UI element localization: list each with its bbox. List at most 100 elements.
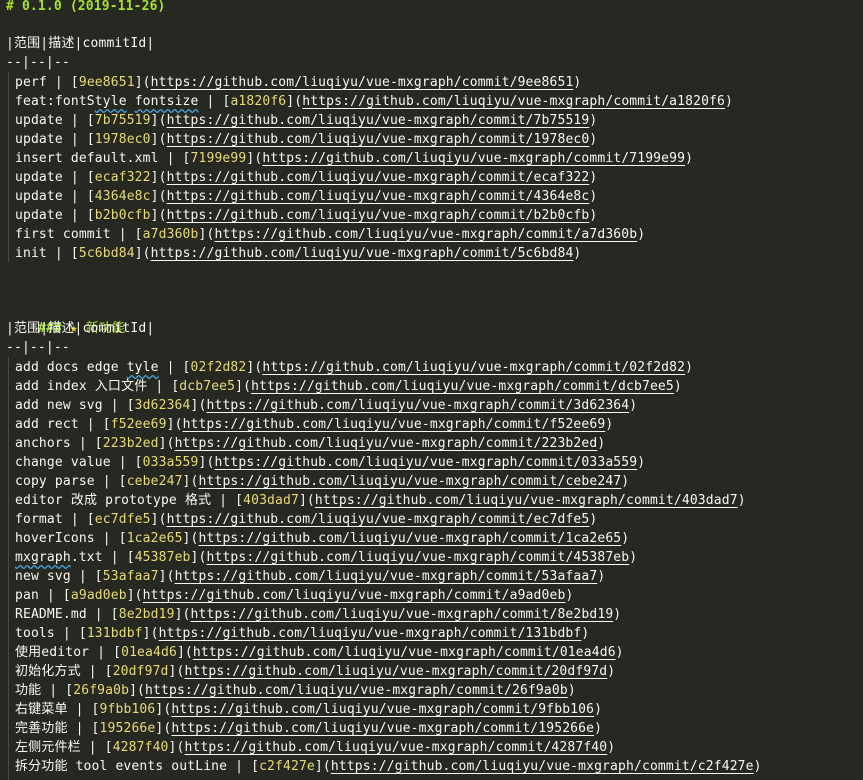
commit-link[interactable]: https://github.com/liuqiyu/vue-mxgraph/c… xyxy=(175,436,598,451)
commit-hash: 3d62364 xyxy=(134,398,191,413)
commit-link[interactable]: https://github.com/liuqiyu/vue-mxgraph/c… xyxy=(175,569,598,584)
commit-row: update | [b2b0cfb](https://github.com/li… xyxy=(15,208,598,223)
commit-description: new svg xyxy=(15,569,71,584)
column-separator: | xyxy=(46,246,71,261)
commit-row: format | [ec7dfe5](https://github.com/li… xyxy=(15,512,598,527)
commit-link[interactable]: https://github.com/liuqiyu/vue-mxgraph/c… xyxy=(167,208,590,223)
commit-hash: 1978ec0 xyxy=(94,132,151,147)
commit-description: 完善功能 xyxy=(15,721,68,736)
column-separator: | xyxy=(62,512,87,527)
column-separator: | xyxy=(38,588,63,603)
commit-link[interactable]: https://github.com/liuqiyu/vue-mxgraph/c… xyxy=(167,170,590,185)
commit-link[interactable]: https://github.com/liuqiyu/vue-mxgraph/c… xyxy=(171,721,594,736)
commit-link[interactable]: https://github.com/liuqiyu/vue-mxgraph/c… xyxy=(167,132,590,147)
commit-hash: 131bdbf xyxy=(86,626,143,641)
commit-description: perf xyxy=(15,75,47,90)
column-separator: | xyxy=(80,740,105,755)
commit-description: update xyxy=(15,189,63,204)
commit-row: perf | [9ee8651](https://github.com/liuq… xyxy=(15,75,582,90)
commit-row: mxgraph.txt | [45387eb](https://github.c… xyxy=(15,550,638,565)
commit-description: feat:fontStyle fontsize xyxy=(15,94,199,109)
commit-description: editor 改成 prototype 格式 xyxy=(15,493,212,508)
commit-row: 拆分功能 tool events outLine | [c2f427e](htt… xyxy=(15,759,762,774)
commit-description: anchors xyxy=(15,436,71,451)
commit-row: new svg | [53afaa7](https://github.com/l… xyxy=(15,569,606,584)
commit-link[interactable]: https://github.com/liuqiyu/vue-mxgraph/c… xyxy=(199,531,622,546)
commit-description: add docs edge tyle xyxy=(15,360,159,375)
commit-hash: 45387eb xyxy=(134,550,191,565)
commit-hash: dcb7ee5 xyxy=(179,379,236,394)
commit-row: 功能 | [26f9a0b](https://github.com/liuqiy… xyxy=(15,683,576,698)
column-separator: | xyxy=(102,550,127,565)
commit-hash: 403dad7 xyxy=(243,493,299,508)
commit-row: copy parse | [cebe247](https://github.co… xyxy=(15,474,630,489)
commit-row: anchors | [223b2ed](https://github.com/l… xyxy=(15,436,606,451)
commit-link[interactable]: https://github.com/liuqiyu/vue-mxgraph/c… xyxy=(171,702,594,717)
commit-link[interactable]: https://github.com/liuqiyu/vue-mxgraph/c… xyxy=(315,493,738,508)
commit-row: update | [1978ec0](https://github.com/li… xyxy=(15,132,598,147)
commit-link[interactable]: https://github.com/liuqiyu/vue-mxgraph/c… xyxy=(185,664,608,679)
commit-link[interactable]: https://github.com/liuqiyu/vue-mxgraph/c… xyxy=(262,151,685,166)
commit-link[interactable]: https://github.com/liuqiyu/vue-mxgraph/c… xyxy=(183,417,606,432)
column-separator: | xyxy=(78,417,103,432)
commit-hash: 7b75519 xyxy=(94,113,151,128)
commit-link[interactable]: https://github.com/liuqiyu/vue-mxgraph/c… xyxy=(151,75,574,90)
commit-link[interactable]: https://github.com/liuqiyu/vue-mxgraph/c… xyxy=(193,645,616,660)
column-separator: | xyxy=(198,94,223,109)
commit-link[interactable]: https://github.com/liuqiyu/vue-mxgraph/c… xyxy=(302,94,725,109)
commit-link[interactable]: https://github.com/liuqiyu/vue-mxgraph/c… xyxy=(167,113,590,128)
table-header: |范围|描述|commitId| xyxy=(6,321,155,336)
commit-link[interactable]: https://github.com/liuqiyu/vue-mxgraph/c… xyxy=(207,550,630,565)
commit-link[interactable]: https://github.com/liuqiyu/vue-mxgraph/c… xyxy=(206,398,629,413)
spellcheck-word: tyle xyxy=(126,360,159,375)
commit-link[interactable]: https://github.com/liuqiyu/vue-mxgraph/c… xyxy=(331,759,754,774)
column-separator: | xyxy=(62,170,87,185)
commit-link[interactable]: https://github.com/liuqiyu/vue-mxgraph/c… xyxy=(199,474,622,489)
commit-description: add rect xyxy=(15,417,79,432)
commit-description: init xyxy=(15,246,47,261)
commit-description: insert default.xml xyxy=(15,151,159,166)
table-separator: --|--|-- xyxy=(6,55,70,70)
feature-heading: ### ★ 新功能 xyxy=(6,300,125,336)
column-separator: | xyxy=(80,664,105,679)
commit-row: pan | [a9ad0eb](https://github.com/liuqi… xyxy=(15,588,574,603)
commit-row: change value | [033a559](https://github.… xyxy=(15,455,646,470)
commit-link[interactable]: https://github.com/liuqiyu/vue-mxgraph/c… xyxy=(262,360,685,375)
commit-hash: a9ad0eb xyxy=(70,588,127,603)
commit-hash: c2f427e xyxy=(259,759,315,774)
markdown-editor[interactable]: # 0.1.0 (2019-11-26) |范围|描述|commitId| --… xyxy=(0,0,863,780)
commit-link[interactable]: https://github.com/liuqiyu/vue-mxgraph/c… xyxy=(159,626,582,641)
column-separator: | xyxy=(46,75,71,90)
commit-link[interactable]: https://github.com/liuqiyu/vue-mxgraph/c… xyxy=(185,740,608,755)
commit-link[interactable]: https://github.com/liuqiyu/vue-mxgraph/c… xyxy=(214,455,637,470)
spellcheck-word: tyle xyxy=(94,94,127,109)
commit-link[interactable]: https://github.com/liuqiyu/vue-mxgraph/c… xyxy=(191,607,614,622)
commit-hash: 9ee8651 xyxy=(78,75,135,90)
commit-description: pan xyxy=(15,588,39,603)
commit-link[interactable]: https://github.com/liuqiyu/vue-mxgraph/c… xyxy=(143,588,566,603)
column-separator: | xyxy=(227,759,252,774)
commit-hash: b2b0cfb xyxy=(94,208,151,223)
commit-link[interactable]: https://github.com/liuqiyu/vue-mxgraph/c… xyxy=(145,683,568,698)
commit-row: tools | [131bdbf](https://github.com/liu… xyxy=(15,626,590,641)
commit-link[interactable]: https://github.com/liuqiyu/vue-mxgraph/c… xyxy=(167,512,590,527)
commit-hash: cebe247 xyxy=(126,474,183,489)
commit-hash: ecaf322 xyxy=(94,170,151,185)
indent-guide xyxy=(8,72,9,262)
column-separator: | xyxy=(94,531,119,546)
commit-link[interactable]: https://github.com/liuqiyu/vue-mxgraph/c… xyxy=(251,379,674,394)
commit-row: 完善功能 | [195266e](https://github.com/liuq… xyxy=(15,721,603,736)
commit-link[interactable]: https://github.com/liuqiyu/vue-mxgraph/c… xyxy=(167,189,590,204)
commit-description: update xyxy=(15,208,63,223)
commit-description: 拆分功能 tool events outLine xyxy=(15,759,228,774)
spellcheck-word: mxgraph xyxy=(15,550,71,565)
commit-description: format xyxy=(15,512,63,527)
column-separator: | xyxy=(41,683,66,698)
commit-link[interactable]: https://github.com/liuqiyu/vue-mxgraph/c… xyxy=(214,227,637,242)
commit-row: update | [7b75519](https://github.com/li… xyxy=(15,113,598,128)
column-separator: | xyxy=(62,113,87,128)
commit-hash: a1820f6 xyxy=(230,94,287,109)
commit-row: add docs edge tyle | [02f2d82](https://g… xyxy=(15,360,694,375)
commit-hash: a7d360b xyxy=(142,227,199,242)
commit-link[interactable]: https://github.com/liuqiyu/vue-mxgraph/c… xyxy=(151,246,574,261)
